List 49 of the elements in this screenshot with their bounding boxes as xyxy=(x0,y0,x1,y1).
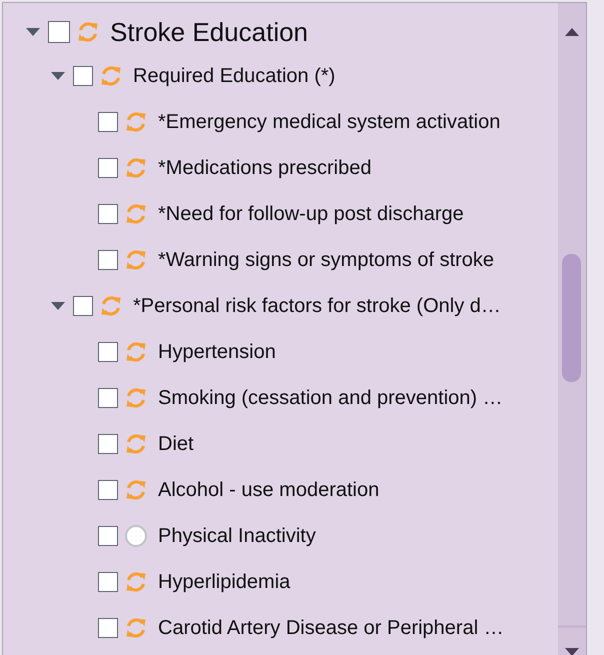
tree-item-label[interactable]: Physical Inactivity xyxy=(158,524,316,548)
collapse-caret-icon[interactable] xyxy=(51,72,65,80)
checkbox[interactable] xyxy=(98,342,118,362)
tree-item-label[interactable]: Hypertension xyxy=(158,340,276,364)
tree-item-label[interactable]: Required Education (*) xyxy=(133,64,336,88)
checkbox[interactable] xyxy=(98,158,118,178)
checkbox[interactable] xyxy=(73,66,93,86)
tree-item-label[interactable]: Stroke Education xyxy=(110,16,308,48)
checkbox[interactable] xyxy=(98,526,118,546)
checkbox[interactable] xyxy=(48,21,70,43)
checkbox[interactable] xyxy=(73,296,93,316)
checkbox[interactable] xyxy=(98,434,118,454)
refresh-icon xyxy=(124,616,148,640)
collapse-caret-icon[interactable] xyxy=(26,28,40,36)
checkbox[interactable] xyxy=(98,388,118,408)
tree-item-label[interactable]: *Personal risk factors for stroke (Only d… xyxy=(133,294,501,318)
checkbox[interactable] xyxy=(98,618,118,638)
refresh-icon xyxy=(99,294,123,318)
scroll-up-icon[interactable] xyxy=(565,28,579,36)
checkbox[interactable] xyxy=(98,480,118,500)
refresh-icon xyxy=(76,20,100,44)
refresh-icon xyxy=(124,202,148,226)
refresh-icon xyxy=(124,110,148,134)
checkbox[interactable] xyxy=(98,572,118,592)
tree-item-label[interactable]: Hyperlipidemia xyxy=(158,570,290,594)
refresh-icon xyxy=(124,478,148,502)
tree-item-label[interactable]: Carotid Artery Disease or Peripheral … xyxy=(158,616,504,640)
scroll-thumb[interactable] xyxy=(562,254,581,382)
tree-item-label[interactable]: Alcohol - use moderation xyxy=(158,478,380,502)
refresh-icon xyxy=(124,156,148,180)
refresh-icon xyxy=(124,248,148,272)
refresh-icon xyxy=(124,386,148,410)
tree-item-label[interactable]: *Need for follow-up post discharge xyxy=(158,202,464,226)
tree-item-label[interactable]: *Warning signs or symptoms of stroke xyxy=(158,248,494,272)
checkbox[interactable] xyxy=(98,250,118,270)
tree-item-label[interactable]: Diet xyxy=(158,432,194,456)
checkbox[interactable] xyxy=(98,112,118,132)
tree-item-label[interactable]: *Emergency medical system activation xyxy=(158,110,500,134)
tree-item-label[interactable]: Smoking (cessation and prevention) … xyxy=(158,386,503,410)
checkbox[interactable] xyxy=(98,204,118,224)
collapse-caret-icon[interactable] xyxy=(51,302,65,310)
scroll-down-icon[interactable] xyxy=(565,648,579,655)
tree-item-label[interactable]: *Medications prescribed xyxy=(158,156,372,180)
refresh-icon xyxy=(124,340,148,364)
refresh-icon xyxy=(124,570,148,594)
scrollbar[interactable] xyxy=(558,3,586,655)
refresh-icon xyxy=(99,64,123,88)
circle-icon xyxy=(125,525,147,547)
refresh-icon xyxy=(124,432,148,456)
